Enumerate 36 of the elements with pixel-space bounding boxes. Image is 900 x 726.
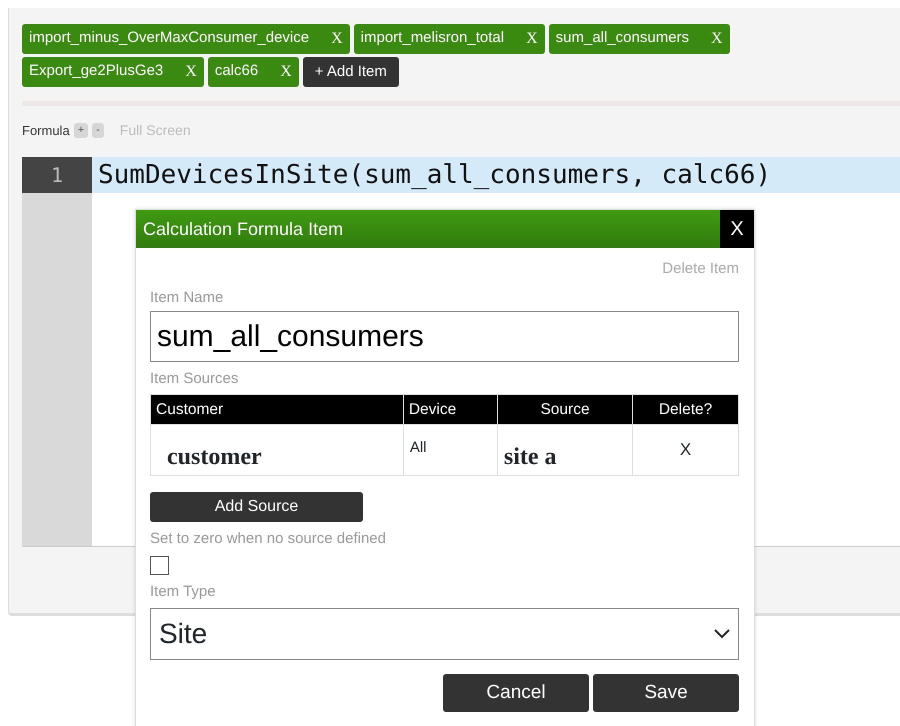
dialog-title: Calculation Formula Item	[142, 218, 344, 241]
item-name-field[interactable]: sum_all_consumers	[150, 311, 739, 362]
remove-tag-button[interactable]: X	[526, 27, 538, 51]
close-button[interactable]: X	[720, 210, 754, 248]
table-cell: All	[403, 424, 498, 476]
formula-label: Formula	[22, 122, 70, 140]
checkbox-label: Set to zero when no source defined	[150, 528, 387, 549]
checkbox[interactable]	[150, 556, 169, 576]
column-header: Delete?	[632, 394, 738, 424]
field-label: Item Type	[150, 582, 217, 602]
add-source-button[interactable]: Add Source	[150, 492, 363, 522]
tag-label: import_minus_OverMaxConsumer_device	[29, 28, 310, 48]
add-item-button[interactable]: + Add Item	[302, 57, 399, 87]
remove-tag-button[interactable]: X	[185, 60, 197, 84]
table-cell: customer	[150, 424, 404, 476]
item-type-select[interactable]: Site	[150, 608, 739, 660]
delete-source-button[interactable]: X	[632, 424, 738, 476]
chevron-down-icon	[714, 628, 730, 639]
save-button[interactable]: Save	[593, 674, 739, 712]
column-header: Device	[403, 394, 498, 424]
line-number: 1	[22, 157, 92, 193]
field-label: Item Name	[150, 288, 224, 308]
tag-label: calc66	[214, 61, 258, 81]
column-header: Customer	[150, 394, 404, 424]
remove-tag-button[interactable]: X	[711, 27, 723, 51]
cancel-button[interactable]: Cancel	[443, 674, 589, 712]
tag-label: import_melisron_total	[360, 28, 504, 48]
column-header: Source	[497, 394, 633, 424]
tag-label: Export_ge2PlusGe3	[29, 61, 164, 81]
field-label: Item Sources	[150, 369, 240, 389]
tag-label: sum_all_consumers	[556, 28, 690, 48]
zoom-out-button[interactable]: -	[92, 123, 104, 138]
remove-tag-button[interactable]: X	[280, 60, 292, 84]
remove-tag-button[interactable]: X	[331, 27, 343, 51]
zoom-in-button[interactable]: +	[74, 123, 88, 138]
table-cell: site a	[497, 424, 633, 476]
